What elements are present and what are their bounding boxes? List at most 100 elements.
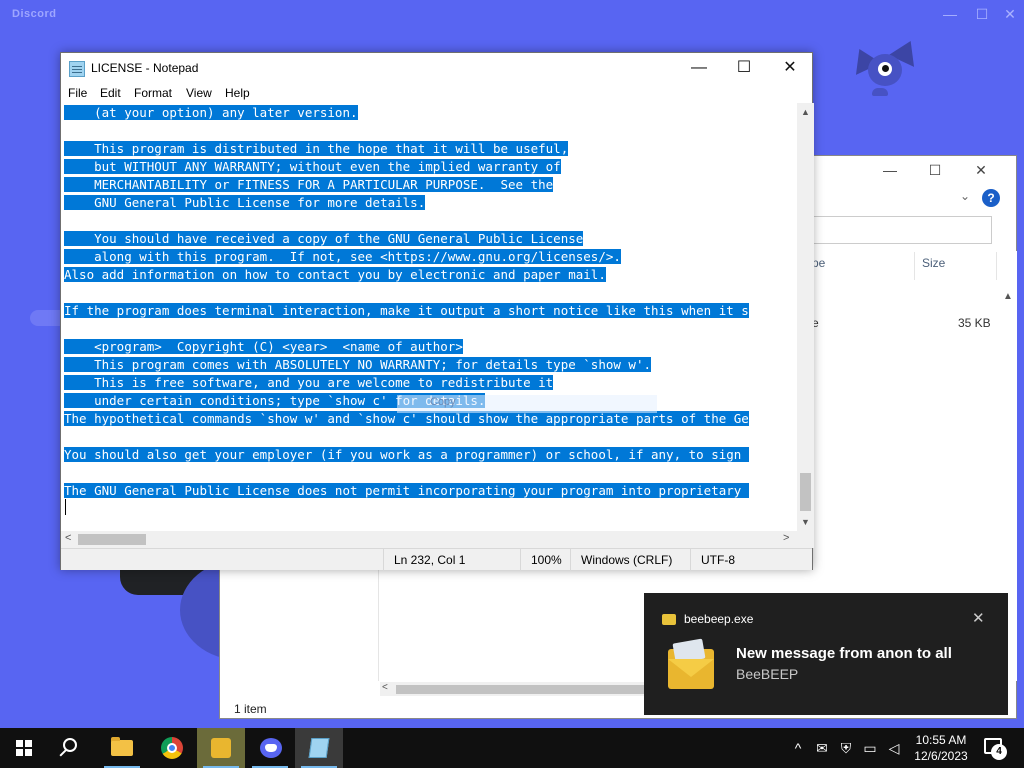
notepad-text-area[interactable]: The GNU General Public License does not … <box>61 103 797 531</box>
expand-ribbon-chevron-icon[interactable]: ⌄ <box>960 189 970 203</box>
menu-edit[interactable]: Edit <box>100 86 121 100</box>
beebeep-app-icon <box>662 614 676 625</box>
selected-text: but WITHOUT ANY WARRANTY; without even t… <box>64 159 561 174</box>
text-line[interactable]: This program is distributed in the hope … <box>64 140 569 158</box>
selected-text: This program comes with ABSOLUTELY NO WA… <box>64 357 651 372</box>
column-header-size[interactable]: Size <box>922 256 945 270</box>
taskbar-chrome[interactable] <box>148 728 196 768</box>
tray-volume-muted-icon[interactable]: ◁ <box>884 728 904 768</box>
toast-title: New message from anon to all <box>736 645 952 662</box>
notepad-title: LICENSE - Notepad <box>91 61 199 75</box>
text-line[interactable]: If the program does terminal interaction… <box>64 302 749 320</box>
folder-icon <box>111 737 133 756</box>
status-line-ending: Windows (CRLF) <box>570 549 690 571</box>
column-divider[interactable] <box>996 252 997 280</box>
scroll-up-arrow-icon[interactable]: ▲ <box>1003 291 1013 302</box>
search-button[interactable] <box>48 728 96 768</box>
notepad-maximize-button[interactable]: ☐ <box>721 53 767 83</box>
taskbar: ^ ✉ ⛨ ▭ ◁ 10:55 AM 12/6/2023 4 <box>0 728 1024 768</box>
selected-text: Also add information on how to contact y… <box>64 267 606 282</box>
notepad-status-bar: Ln 232, Col 1 100% Windows (CRLF) UTF-8 <box>61 548 812 571</box>
scroll-left-arrow-icon[interactable]: < <box>382 682 388 693</box>
tray-security-icon[interactable]: ⛨ <box>836 728 856 768</box>
notepad-vertical-scrollbar[interactable]: ▲ ▼ <box>797 103 814 531</box>
text-line[interactable]: You should also get your employer (if yo… <box>64 446 749 464</box>
text-line[interactable]: The GNU General Public License does not … <box>64 482 749 500</box>
text-line[interactable]: MERCHANTABILITY or FITNESS FOR A PARTICU… <box>64 176 554 194</box>
help-icon[interactable]: ? <box>982 189 1000 207</box>
taskbar-file-explorer[interactable] <box>98 728 146 768</box>
selected-text: (at your option) any later version. <box>64 105 358 120</box>
toast-notification[interactable]: beebeep.exe ✕ New message from anon to a… <box>644 593 1008 715</box>
notepad-vscroll-thumb[interactable] <box>800 473 811 511</box>
text-line[interactable]: GNU General Public License for more deta… <box>64 194 426 212</box>
selected-text: The GNU General Public License does not … <box>64 483 749 498</box>
notification-count-badge: 4 <box>991 744 1007 760</box>
text-line[interactable]: <program> Copyright (C) <year> <name of … <box>64 338 463 356</box>
explorer-search-input[interactable] <box>812 216 992 244</box>
beebeep-icon <box>211 738 231 758</box>
scroll-up-arrow-icon[interactable]: ▲ <box>801 107 810 117</box>
explorer-close-button[interactable]: ✕ <box>966 162 996 179</box>
text-caret <box>65 499 66 515</box>
selected-text: along with this program. If not, see <ht… <box>64 249 621 264</box>
notepad-titlebar[interactable]: LICENSE - Notepad — ☐ ✕ <box>61 53 812 83</box>
notepad-horizontal-scrollbar[interactable]: < > <box>61 531 797 548</box>
show-hidden-icons-chevron-icon[interactable]: ^ <box>788 728 808 768</box>
clock-time: 10:55 AM <box>915 733 967 747</box>
notepad-minimize-button[interactable]: — <box>676 53 722 83</box>
chrome-icon <box>161 737 183 759</box>
file-row-size[interactable]: 35 KB <box>958 316 991 330</box>
scroll-down-arrow-icon[interactable]: ▼ <box>801 517 810 527</box>
scroll-right-arrow-icon[interactable]: > <box>783 532 789 544</box>
selected-text: This program is distributed in the hope … <box>64 141 569 156</box>
discord-maximize-button[interactable]: ☐ <box>972 6 992 23</box>
column-divider[interactable] <box>914 252 915 280</box>
text-line[interactable]: This is free software, and you are welco… <box>64 374 554 392</box>
discord-logo: Discord <box>12 8 57 20</box>
discord-close-button[interactable]: ✕ <box>1000 6 1020 23</box>
mail-envelope-icon <box>668 649 714 689</box>
selected-text: If the program does terminal interaction… <box>64 303 749 318</box>
system-clock[interactable]: 10:55 AM 12/6/2023 <box>908 732 974 764</box>
notepad-close-button[interactable]: ✕ <box>767 53 813 83</box>
text-line[interactable]: This program comes with ABSOLUTELY NO WA… <box>64 356 651 374</box>
scroll-left-arrow-icon[interactable]: < <box>65 532 71 544</box>
discord-minimize-button[interactable]: — <box>940 6 960 22</box>
explorer-maximize-button[interactable]: ☐ <box>920 162 950 179</box>
search-icon <box>63 738 77 752</box>
start-button[interactable] <box>0 728 48 768</box>
tray-network-icon[interactable]: ▭ <box>860 728 880 768</box>
discord-icon <box>260 738 282 758</box>
text-line[interactable]: but WITHOUT ANY WARRANTY; without even t… <box>64 158 561 176</box>
menu-help[interactable]: Help <box>225 86 250 100</box>
notepad-window: LICENSE - Notepad — ☐ ✕ File Edit Format… <box>60 52 814 571</box>
taskbar-discord[interactable] <box>246 728 294 768</box>
toast-close-button[interactable]: ✕ <box>972 609 985 627</box>
tray-beebeep-icon[interactable]: ✉ <box>812 728 832 768</box>
explorer-status-item-count: 1 item <box>234 702 267 716</box>
status-zoom: 100% <box>520 549 570 571</box>
text-line[interactable]: Also add information on how to contact y… <box>64 266 606 284</box>
notepad-app-icon[interactable] <box>69 61 85 77</box>
toast-app-name: beebeep.exe <box>684 612 754 626</box>
explorer-minimize-button[interactable]: — <box>875 162 905 178</box>
notepad-hscroll-thumb[interactable] <box>78 534 146 545</box>
text-line[interactable]: (at your option) any later version. <box>64 104 358 122</box>
menu-format[interactable]: Format <box>134 86 172 100</box>
menu-file[interactable]: File <box>68 86 87 100</box>
taskbar-beebeep[interactable] <box>197 728 245 768</box>
selected-text: <program> Copyright (C) <year> <name of … <box>64 339 463 354</box>
text-line[interactable]: along with this program. If not, see <ht… <box>64 248 621 266</box>
notepad-icon <box>308 738 330 758</box>
status-cursor-position: Ln 232, Col 1 <box>383 549 521 571</box>
scrollbar-corner <box>797 531 814 548</box>
clock-date: 12/6/2023 <box>914 749 968 763</box>
drag-copy-indicator: Copy <box>397 395 657 413</box>
menu-view[interactable]: View <box>186 86 212 100</box>
notepad-menu-bar: File Edit Format View Help <box>61 83 812 103</box>
selected-text: The hypothetical commands `show w' and `… <box>64 411 749 426</box>
text-line[interactable]: You should have received a copy of the G… <box>64 230 584 248</box>
column-header-type[interactable]: pe <box>812 256 825 270</box>
taskbar-notepad[interactable] <box>295 728 343 768</box>
